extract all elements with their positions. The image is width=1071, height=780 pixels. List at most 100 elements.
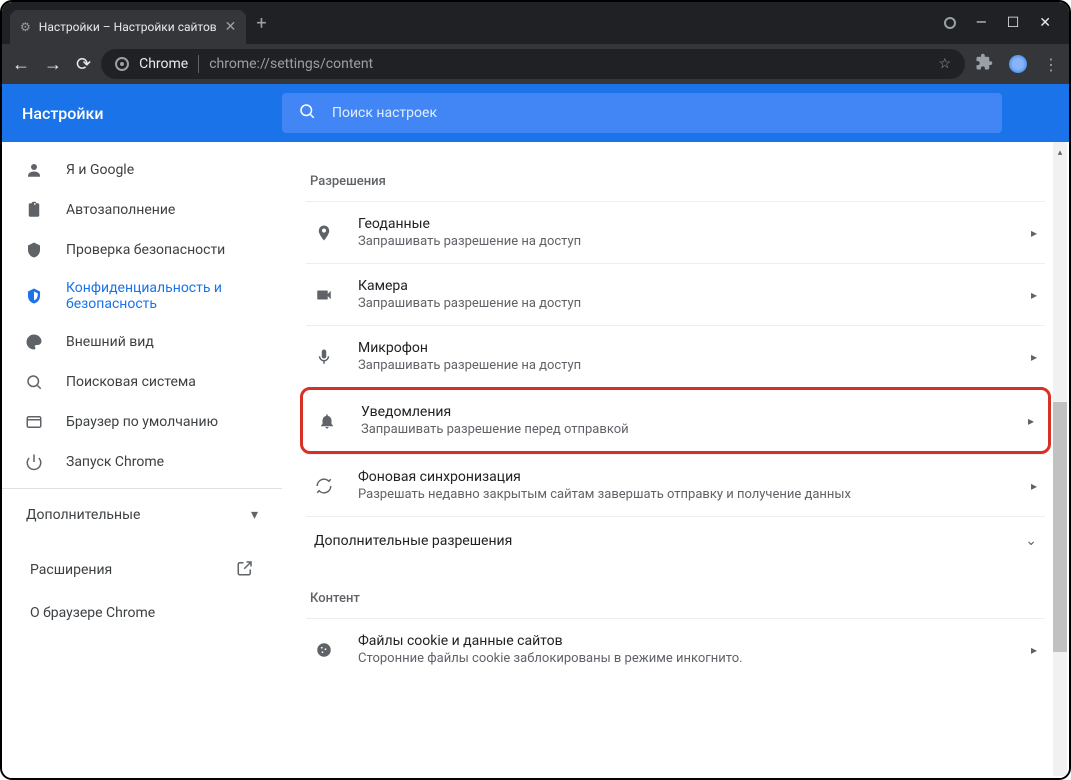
sidebar-item-safety-check[interactable]: Проверка безопасности [2, 230, 282, 270]
sidebar-item-autofill[interactable]: Автозаполнение [2, 190, 282, 230]
shield-icon [24, 286, 44, 306]
extensions-label: Расширения [30, 562, 112, 578]
shield-check-icon [24, 240, 44, 260]
sidebar-item-search-engine[interactable]: Поисковая система [2, 362, 282, 402]
chevron-down-icon: ▾ [251, 507, 258, 523]
content-section-label: Контент [310, 591, 1045, 606]
sidebar-item-label: Внешний вид [66, 334, 154, 350]
sidebar-item-label: Запуск Chrome [66, 454, 164, 470]
person-icon [24, 160, 44, 180]
settings-content: Разрешения Геоданные Запрашивать разреше… [282, 142, 1069, 778]
row-notifications[interactable]: Уведомления Запрашивать разрешение перед… [300, 387, 1051, 454]
permissions-section-label: Разрешения [310, 174, 1045, 189]
profile-indicator-icon[interactable] [944, 17, 956, 29]
settings-sidebar: Я и Google Автозаполнение Проверка безоп… [2, 142, 282, 778]
settings-search[interactable] [282, 93, 1002, 133]
forward-button[interactable]: → [44, 54, 62, 75]
row-title: Уведомления [361, 404, 1004, 420]
row-additional-permissions[interactable]: Дополнительные разрешения ⌄ [306, 516, 1045, 565]
search-icon [24, 372, 44, 392]
sidebar-item-label: Поисковая система [66, 374, 196, 390]
chevron-right-icon: ▸ [1031, 226, 1037, 240]
location-pin-icon [314, 224, 334, 242]
close-window-button[interactable]: ✕ [1039, 15, 1051, 31]
back-button[interactable]: ← [12, 54, 30, 75]
gear-icon: ⚙ [20, 20, 31, 34]
sidebar-item-you-and-google[interactable]: Я и Google [2, 150, 282, 190]
sync-icon [314, 477, 334, 495]
extensions-icon[interactable] [975, 53, 993, 75]
external-link-icon [236, 559, 254, 581]
search-icon [298, 102, 316, 125]
reload-button[interactable]: ⟳ [76, 54, 91, 75]
menu-dots-icon[interactable]: ⋮ [1043, 55, 1059, 74]
bookmark-star-icon[interactable]: ☆ [938, 56, 951, 72]
sidebar-item-label: Конфиденциальность и безопасность [66, 280, 260, 312]
window-controls: — ☐ ✕ [926, 2, 1069, 44]
sidebar-item-label: Браузер по умолчанию [66, 414, 218, 430]
toolbar: ← → ⟳ Chrome chrome://settings/content ☆… [2, 44, 1069, 84]
additional-permissions-label: Дополнительные разрешения [314, 533, 512, 549]
address-bar[interactable]: Chrome chrome://settings/content ☆ [101, 49, 965, 79]
chevron-right-icon: ▸ [1031, 350, 1037, 364]
settings-header: Настройки [2, 84, 1069, 142]
bell-icon [317, 412, 337, 430]
sidebar-item-label: Автозаполнение [66, 202, 175, 218]
row-subtitle: Запрашивать разрешение на доступ [358, 296, 1007, 311]
sidebar-about-link[interactable]: О браузере Chrome [6, 593, 278, 633]
row-title: Геоданные [358, 216, 1007, 232]
browser-window-icon [24, 412, 44, 432]
sidebar-item-on-startup[interactable]: Запуск Chrome [2, 442, 282, 482]
sidebar-item-appearance[interactable]: Внешний вид [2, 322, 282, 362]
row-camera[interactable]: Камера Запрашивать разрешение на доступ … [306, 263, 1045, 325]
sidebar-item-label: Проверка безопасности [66, 242, 225, 258]
search-input[interactable] [332, 105, 986, 121]
row-subtitle: Запрашивать разрешение перед отправкой [361, 422, 1004, 437]
microphone-icon [314, 348, 334, 366]
minimize-button[interactable]: — [976, 15, 987, 31]
row-title: Файлы cookie и данные сайтов [358, 633, 1007, 649]
row-cookies[interactable]: Файлы cookie и данные сайтов Сторонние ф… [306, 618, 1045, 680]
row-subtitle: Разрешать недавно закрытым сайтам заверш… [358, 487, 1007, 502]
sidebar-advanced-toggle[interactable]: Дополнительные ▾ [2, 488, 282, 537]
browser-tab[interactable]: ⚙ Настройки – Настройки сайтов ✕ [10, 10, 246, 44]
tab-close-icon[interactable]: ✕ [225, 19, 237, 35]
row-microphone[interactable]: Микрофон Запрашивать разрешение на досту… [306, 325, 1045, 387]
palette-icon [24, 332, 44, 352]
clipboard-icon [24, 200, 44, 220]
row-subtitle: Сторонние файлы cookie заблокированы в р… [358, 651, 1007, 666]
row-subtitle: Запрашивать разрешение на доступ [358, 358, 1007, 373]
scrollbar-thumb[interactable] [1053, 402, 1067, 652]
advanced-label: Дополнительные [26, 507, 140, 523]
profile-avatar-icon[interactable] [1009, 55, 1027, 73]
row-title: Фоновая синхронизация [358, 469, 1007, 485]
camera-icon [314, 286, 334, 304]
about-label: О браузере Chrome [30, 605, 155, 621]
window-titlebar: ⚙ Настройки – Настройки сайтов ✕ + — ☐ ✕ [2, 2, 1069, 44]
chevron-right-icon: ▸ [1028, 414, 1034, 428]
row-location[interactable]: Геоданные Запрашивать разрешение на дост… [306, 201, 1045, 263]
row-subtitle: Запрашивать разрешение на доступ [358, 234, 1007, 249]
row-background-sync[interactable]: Фоновая синхронизация Разрешать недавно … [306, 454, 1045, 516]
url-scheme-label: Chrome [139, 56, 188, 72]
sidebar-item-label: Я и Google [66, 162, 134, 178]
sidebar-item-privacy[interactable]: Конфиденциальность и безопасность [2, 270, 282, 322]
scroll-up-icon[interactable]: ▴ [1053, 146, 1067, 160]
power-icon [24, 452, 44, 472]
chrome-icon [115, 57, 129, 71]
tab-title: Настройки – Настройки сайтов [39, 20, 217, 34]
url-text: chrome://settings/content [209, 56, 373, 72]
maximize-button[interactable]: ☐ [1007, 15, 1020, 31]
chevron-down-icon: ⌄ [1025, 533, 1037, 549]
row-title: Камера [358, 278, 1007, 294]
cookie-icon [314, 641, 334, 659]
chevron-right-icon: ▸ [1031, 643, 1037, 657]
row-title: Микрофон [358, 340, 1007, 356]
divider [198, 55, 199, 73]
chevron-right-icon: ▸ [1031, 479, 1037, 493]
chevron-right-icon: ▸ [1031, 288, 1037, 302]
settings-title: Настройки [22, 104, 282, 123]
sidebar-item-default-browser[interactable]: Браузер по умолчанию [2, 402, 282, 442]
sidebar-extensions-link[interactable]: Расширения [6, 547, 278, 593]
new-tab-button[interactable]: + [246, 5, 276, 42]
